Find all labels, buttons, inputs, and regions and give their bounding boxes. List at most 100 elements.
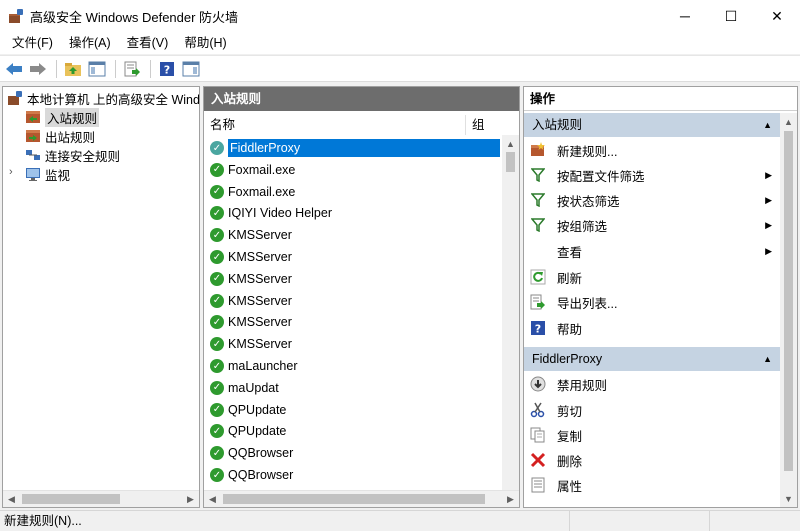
tree-root[interactable]: 本地计算机 上的高级安全 Windows Defender 防火墙 [7, 89, 200, 107]
back-arrow-icon[interactable] [3, 58, 25, 80]
scroll-thumb[interactable] [506, 152, 515, 172]
table-row[interactable]: ✓ QPUpdate [210, 421, 500, 441]
action-label: 属性 [557, 479, 583, 494]
scroll-up-icon[interactable]: ▲ [502, 135, 519, 152]
help-icon: ? [530, 320, 546, 336]
submenu-arrow-icon: ▶ [765, 219, 772, 230]
table-row[interactable]: ✓ QPUpdate [210, 400, 500, 420]
export-list-icon [530, 294, 546, 310]
show-hide-action-pane-icon[interactable] [180, 58, 202, 80]
table-row[interactable]: ✓ KMSServer [210, 312, 500, 332]
up-folder-icon[interactable] [62, 58, 84, 80]
table-row[interactable]: ✓ KMSServer [210, 247, 500, 267]
scroll-down-icon[interactable]: ▼ [780, 490, 797, 507]
action-cut[interactable]: 剪切 [524, 398, 780, 422]
collapse-caret-icon[interactable]: ▲ [763, 347, 772, 371]
chevron-right-icon[interactable]: › [9, 166, 13, 178]
tree-item-outbound-rules[interactable]: 出站规则 [25, 127, 95, 145]
rule-name: QPUpdate [228, 424, 287, 439]
scroll-up-icon[interactable]: ▲ [780, 113, 797, 130]
table-row[interactable]: ✓ KMSServer [210, 269, 500, 289]
tree-item-monitoring[interactable]: 监视 [25, 165, 70, 183]
delete-icon [530, 452, 546, 468]
scroll-right-icon[interactable]: ▶ [182, 491, 199, 507]
tree-item-inbound-rules[interactable]: 入站规则 [25, 107, 100, 127]
scroll-thumb[interactable] [22, 494, 120, 504]
enabled-check-icon: ✓ [210, 271, 224, 286]
tree-root-label: 本地计算机 上的高级安全 Windows Defender 防火墙 [27, 92, 200, 107]
horizontal-scrollbar[interactable]: ◀ ▶ [204, 490, 519, 507]
filter-icon [530, 192, 546, 208]
rule-name: maUpdat [228, 380, 279, 395]
table-row[interactable]: ✓ IQIYI Video Helper [210, 203, 500, 223]
tree-item-label: 出站规则 [45, 130, 96, 145]
menu-view[interactable]: 查看(V) [119, 32, 177, 54]
action-help[interactable]: ? 帮助 [524, 316, 780, 340]
scroll-thumb[interactable] [784, 131, 793, 471]
menu-action[interactable]: 操作(A) [61, 32, 119, 54]
table-row[interactable]: ✓ Foxmail.exe [210, 182, 500, 202]
submenu-arrow-icon: ▶ [765, 194, 772, 205]
rule-name: KMSServer [228, 315, 292, 330]
disable-rule-icon [530, 376, 546, 392]
rule-name: QPUpdate [228, 402, 287, 417]
enabled-check-icon: ✓ [210, 315, 224, 330]
table-row[interactable]: ✓ KMSServer [210, 334, 500, 354]
title-bar: 高级安全 Windows Defender 防火墙 ─ ☐ ✕ [0, 0, 800, 32]
action-view[interactable]: 查看 ▶ [524, 239, 780, 263]
action-filter-by-state[interactable]: 按状态筛选 ▶ [524, 188, 780, 212]
scroll-thumb[interactable] [223, 494, 485, 504]
action-disable-rule[interactable]: 禁用规则 [524, 372, 780, 396]
actions-section-selected-rule[interactable]: FiddlerProxy ▲ [524, 347, 780, 371]
action-label: 剪切 [557, 404, 583, 419]
actions-section-inbound-rules[interactable]: 入站规则 ▲ [524, 113, 780, 137]
help-icon[interactable]: ? [156, 58, 178, 80]
toolbar-separator [115, 59, 116, 78]
console-tree: 本地计算机 上的高级安全 Windows Defender 防火墙 入站规则 出… [2, 86, 200, 508]
enabled-check-icon: ✓ [210, 402, 224, 417]
rule-name: FiddlerProxy [228, 139, 500, 157]
action-label: 导出列表... [557, 296, 618, 311]
minimize-button[interactable]: ─ [662, 0, 708, 32]
table-row[interactable]: ✓ KMSServer [210, 291, 500, 311]
scroll-right-icon[interactable]: ▶ [502, 491, 519, 507]
action-filter-by-profile[interactable]: 按配置文件筛选 ▶ [524, 163, 780, 187]
table-row[interactable]: ✓ QQBrowser [210, 443, 500, 463]
action-delete[interactable]: 删除 [524, 448, 780, 472]
close-button[interactable]: ✕ [754, 0, 800, 32]
vertical-scrollbar[interactable]: ▲ ▼ [780, 113, 797, 507]
action-export-list[interactable]: 导出列表... [524, 290, 780, 314]
maximize-button[interactable]: ☐ [708, 0, 754, 32]
table-row[interactable]: ✓ maLauncher [210, 356, 500, 376]
section-title: 入站规则 [532, 118, 583, 132]
scroll-left-icon[interactable]: ◀ [204, 491, 221, 507]
table-row[interactable]: ✓ maUpdat [210, 378, 500, 398]
menu-help[interactable]: 帮助(H) [176, 32, 234, 54]
action-new-rule[interactable]: 新建规则... [524, 138, 780, 162]
table-row[interactable]: ✓ QQBrowser [210, 465, 500, 485]
action-label: 复制 [557, 429, 583, 444]
svg-text:?: ? [164, 63, 170, 76]
horizontal-scrollbar[interactable]: ◀ ▶ [3, 490, 199, 507]
action-label: 帮助 [557, 322, 583, 337]
action-filter-by-group[interactable]: 按组筛选 ▶ [524, 213, 780, 237]
show-hide-console-tree-icon[interactable] [86, 58, 108, 80]
export-list-icon[interactable] [121, 58, 143, 80]
table-row[interactable]: ✓ Foxmail.exe [210, 160, 500, 180]
filter-icon [530, 217, 546, 233]
collapse-caret-icon[interactable]: ▲ [763, 113, 772, 137]
enabled-check-icon: ✓ [210, 468, 224, 482]
table-row[interactable]: ✓ FiddlerProxy [210, 138, 500, 158]
menu-file[interactable]: 文件(F) [4, 32, 61, 54]
column-header-name[interactable]: 名称 [204, 115, 466, 135]
scroll-left-icon[interactable]: ◀ [3, 491, 20, 507]
forward-arrow-icon[interactable] [27, 58, 49, 80]
action-refresh[interactable]: 刷新 [524, 265, 780, 289]
column-header-group[interactable]: 组 [466, 115, 485, 135]
action-label: 删除 [557, 454, 583, 469]
table-row[interactable]: ✓ KMSServer [210, 225, 500, 245]
action-copy[interactable]: 复制 [524, 423, 780, 447]
action-properties[interactable]: 属性 [524, 473, 780, 497]
vertical-scrollbar[interactable]: ▲ [502, 135, 519, 490]
tree-item-connection-security-rules[interactable]: 连接安全规则 [25, 146, 120, 164]
